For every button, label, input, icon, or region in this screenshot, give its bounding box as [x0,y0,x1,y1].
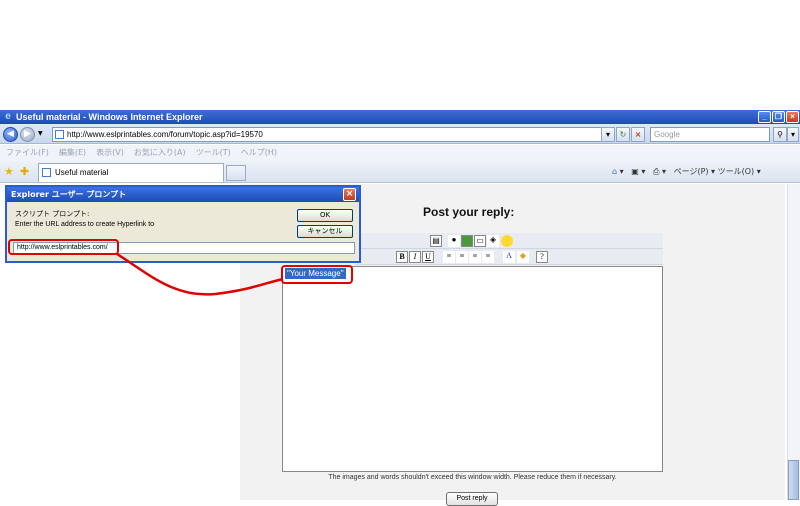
add-favorites-icon[interactable]: ✚ [20,165,29,178]
dialog-close-button[interactable]: × [343,188,356,201]
dialog-title[interactable]: Explorer ユーザー プロンプト [7,187,359,202]
preview-icon[interactable]: ▤ [430,235,442,247]
new-tab-button[interactable] [226,165,246,181]
menu-favorites[interactable]: お気に入り(A) [134,148,186,157]
cancel-button[interactable]: キャンセル [297,225,353,238]
ie-logo-icon: e [5,111,11,122]
highlight-icon[interactable]: ◆ [517,251,529,263]
page-icon [55,130,64,139]
feeds-icon[interactable]: ▣ [631,167,639,176]
vertical-scrollbar[interactable] [787,184,800,500]
favorites-star-icon[interactable]: ★ [4,165,14,178]
menu-tools[interactable]: ツール(T) [196,148,231,157]
tab-useful-material[interactable]: Useful material [38,163,224,182]
page-title: Post your reply: [423,205,515,219]
stop-icon[interactable]: × [631,127,645,142]
search-input[interactable]: Google [650,127,770,142]
menu-file[interactable]: ファイル(F) [6,148,49,157]
table-icon[interactable]: ▭ [474,235,486,247]
command-menus[interactable]: ページ(P) ▾ ツール(O) ▾ [674,167,761,176]
underline-icon[interactable]: U [422,251,434,263]
help-icon[interactable]: ? [536,251,548,263]
maximize-button[interactable]: ❐ [772,111,785,123]
editor-toolbar-top: ▤ ● ▭ ◈ [355,233,663,249]
menu-view[interactable]: 表示(V) [96,148,124,157]
font-color-icon[interactable]: A [503,251,515,263]
address-input[interactable]: http://www.eslprintables.com/forum/topic… [52,127,612,142]
italic-icon[interactable]: I [409,251,421,263]
address-toolbar: ◀ ▶ ▼ http://www.eslprintables.com/forum… [0,124,800,144]
ok-button[interactable]: OK [297,209,353,222]
smiley-icon[interactable] [501,235,513,247]
message-editor[interactable] [282,266,663,472]
tab-page-icon [42,168,51,177]
dialog-prompt-label: Enter the URL address to create Hyperlin… [15,221,155,228]
tab-label: Useful material [55,168,109,177]
print-icon[interactable]: ⎙ [653,167,659,176]
address-dropdown-icon[interactable]: ▾ [601,127,615,142]
bold-icon[interactable]: B [396,251,408,263]
window-title: Useful material - Windows Internet Explo… [16,112,203,122]
menu-help[interactable]: ヘルプ(H) [241,148,277,157]
align-center-icon[interactable]: ≡ [456,251,468,263]
dialog-script-label: スクリプト プロンプト: [15,210,90,218]
editor-toolbar-format: B I U ≡ ≡ ≡ ≡ A ◆ ? [355,249,663,265]
close-window-button[interactable]: × [786,111,799,123]
forward-button[interactable]: ▶ [20,127,35,142]
media-icon[interactable]: ◈ [487,235,499,247]
post-reply-button[interactable]: Post reply [446,492,498,506]
home-icon[interactable]: ⌂ [612,167,617,176]
minimize-button[interactable]: _ [758,111,771,123]
annotation-url-highlight [8,239,119,255]
link-icon[interactable]: ● [448,235,460,247]
command-bar: ⌂ ▾ ▣ ▾ ⎙ ▾ ページ(P) ▾ ツール(O) ▾ [612,167,761,176]
history-dropdown-icon[interactable]: ▼ [38,130,43,137]
scrollbar-thumb[interactable] [788,460,799,500]
justify-icon[interactable]: ≡ [482,251,494,263]
menu-edit[interactable]: 編集(E) [59,148,86,157]
window-titlebar[interactable]: e Useful material - Windows Internet Exp… [0,110,800,124]
align-right-icon[interactable]: ≡ [469,251,481,263]
align-left-icon[interactable]: ≡ [443,251,455,263]
search-options-icon[interactable]: ▾ [787,127,799,142]
refresh-icon[interactable]: ↻ [616,127,630,142]
search-icon[interactable]: ⚲ [773,127,787,142]
back-button[interactable]: ◀ [3,127,18,142]
annotation-message-highlight [281,265,353,284]
image-icon[interactable] [461,235,473,247]
address-url: http://www.eslprintables.com/forum/topic… [67,130,263,139]
menu-bar: ファイル(F) 編集(E) 表示(V) お気に入り(A) ツール(T) ヘルプ(H) [0,145,800,161]
width-notice: The images and words shouldn't exceed th… [328,474,617,481]
tab-bar: ★ ✚ Useful material ⌂ ▾ ▣ ▾ ⎙ ▾ ページ(P) ▾… [0,161,800,183]
